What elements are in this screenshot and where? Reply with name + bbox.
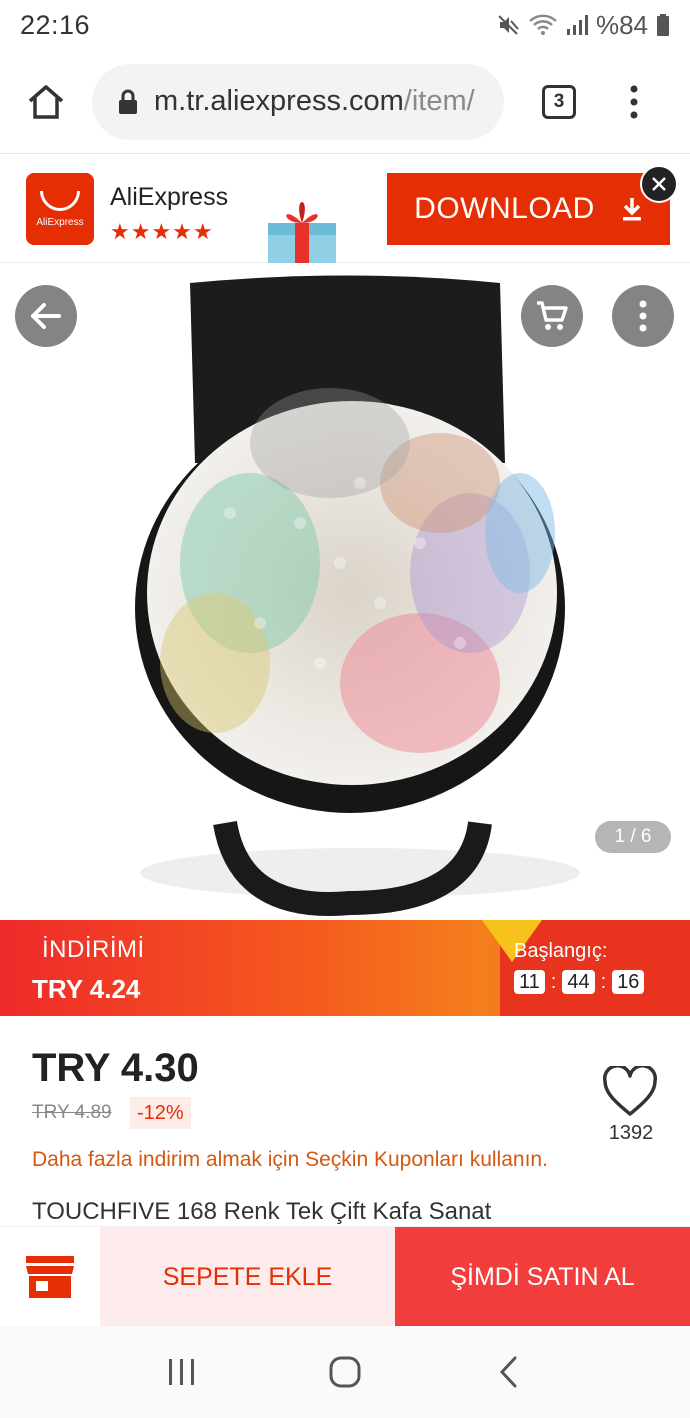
app-name: AliExpress (110, 183, 229, 211)
product-image-gallery[interactable]: 1 / 6 (0, 263, 690, 920)
back-button[interactable] (15, 285, 77, 347)
close-banner-button[interactable] (640, 165, 678, 203)
promo-label: İNDİRİMİ (42, 936, 145, 963)
status-bar: 22:16 %84 (0, 0, 690, 50)
promo-price: TRY 4.24 (32, 974, 141, 1004)
status-time: 22:16 (20, 9, 91, 40)
product-photo (0, 263, 690, 920)
nav-back-icon (500, 1356, 517, 1388)
countdown-minutes: 44 (562, 970, 595, 994)
download-label: DOWNLOAD (414, 192, 595, 225)
product-price: TRY 4.30 (32, 1046, 199, 1090)
coupon-note[interactable]: Daha fazla indirim almak için Seçkin Kup… (32, 1148, 548, 1172)
buy-now-button[interactable]: ŞİMDİ SATIN AL (395, 1227, 690, 1327)
system-navigation-bar (0, 1326, 690, 1418)
home-button[interactable] (0, 50, 92, 154)
purchase-action-bar: SEPETE EKLE ŞİMDİ SATIN AL (0, 1226, 690, 1327)
promo-banner: İNDİRİMİ TRY 4.24 Başlangıç: 11 : 44 : 1… (0, 920, 690, 1016)
heart-icon[interactable] (602, 1066, 658, 1118)
address-bar[interactable]: m.tr.aliexpress.com/item/ (92, 63, 504, 140)
more-options-button[interactable] (612, 285, 674, 347)
url-domain: m.tr.aliexpress.com (154, 85, 404, 117)
logo-label: AliExpress (36, 216, 84, 228)
product-title: TOUCHFIVE 168 Renk Tek Çift Kafa Sanat (32, 1198, 492, 1225)
recents-button[interactable] (142, 1332, 222, 1412)
download-app-button[interactable]: DOWNLOAD (387, 173, 670, 245)
tabs-button[interactable]: 3 (532, 50, 586, 154)
add-to-cart-button[interactable]: SEPETE EKLE (100, 1227, 395, 1327)
app-download-banner: AliExpress AliExpress ★★★★★ DOWNLOAD (0, 155, 690, 263)
countdown-label: Başlangıç: (514, 940, 608, 962)
image-counter: 1 / 6 (595, 821, 671, 853)
home-icon (28, 84, 64, 119)
signal-icon (566, 14, 588, 36)
countdown-hours: 11 (514, 970, 545, 994)
store-icon (26, 1256, 74, 1298)
home-circle-icon (329, 1356, 361, 1388)
store-button[interactable] (0, 1227, 100, 1327)
more-vertical-icon (639, 300, 647, 332)
cart-icon (537, 301, 568, 330)
status-icons: %84 (496, 10, 670, 41)
tab-count: 3 (542, 84, 576, 119)
wishlist-count: 1392 (608, 1122, 654, 1144)
gift-icon (268, 202, 336, 263)
mute-icon (496, 13, 520, 37)
lock-icon (119, 89, 137, 114)
back-arrow-icon (31, 303, 61, 329)
system-back-button[interactable] (468, 1332, 548, 1412)
url-path: /item/ (403, 85, 475, 117)
battery-text: %84 (595, 9, 648, 40)
aliexpress-logo: AliExpress (26, 173, 94, 245)
system-home-button[interactable] (305, 1332, 385, 1412)
countdown-seconds: 16 (612, 970, 645, 994)
more-vertical-icon (630, 85, 638, 118)
browser-toolbar: m.tr.aliexpress.com/item/ 3 (0, 50, 690, 154)
countdown-timer: 11 : 44 : 16 (514, 970, 645, 994)
url-text: m.tr.aliexpress.com/item/ (154, 85, 475, 118)
discount-badge: -12% (130, 1097, 191, 1129)
browser-menu-button[interactable] (604, 50, 664, 154)
download-icon (622, 198, 641, 221)
recents-icon (168, 1359, 194, 1385)
cart-button[interactable] (521, 285, 583, 347)
wifi-icon (528, 13, 558, 37)
original-price: TRY 4.89 (32, 1102, 112, 1123)
app-rating-stars: ★★★★★ (110, 219, 214, 244)
battery-icon (656, 13, 670, 37)
close-icon (652, 177, 666, 191)
